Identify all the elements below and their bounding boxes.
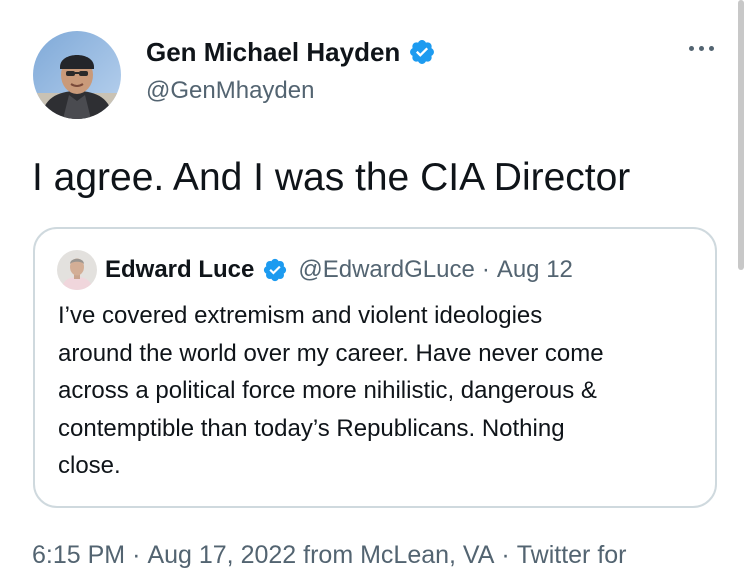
- author-avatar[interactable]: [33, 31, 121, 119]
- quoted-author-handle: @EdwardGLuce: [298, 256, 475, 283]
- quoted-text-line: contemptible than today’s Republicans. N…: [58, 414, 565, 442]
- quoted-separator: ·: [481, 256, 490, 283]
- quoted-header: Edward Luce @EdwardGLuce · Aug 12: [105, 254, 573, 286]
- verified-badge-icon: [262, 257, 288, 283]
- tweet-source[interactable]: Twitter for: [517, 541, 627, 569]
- tweet-text: I agree. And I was the CIA Director: [32, 156, 631, 199]
- meta-separator: ·: [132, 541, 141, 569]
- tweet-time[interactable]: 6:15 PM: [32, 541, 125, 569]
- quoted-text-line: around the world over my career. Have ne…: [58, 339, 604, 367]
- avatar-image: [33, 31, 121, 119]
- author-block: Gen Michael Hayden @GenMhayden: [146, 36, 436, 106]
- quoted-tweet-card[interactable]: Edward Luce @EdwardGLuce · Aug 12 I’ve c…: [33, 227, 717, 508]
- tweet: Gen Michael Hayden @GenMhayden I agree. …: [0, 0, 750, 575]
- tweet-metadata: 6:15 PM · Aug 17, 2022 from McLean, VA · Twi…: [32, 538, 627, 572]
- more-dot: [688, 45, 694, 51]
- quoted-text-line: I’ve covered extremism and violent ideol…: [58, 302, 543, 329]
- author-handle[interactable]: @GenMhayden: [146, 76, 436, 106]
- more-options-icon[interactable]: [680, 38, 722, 58]
- more-dot: [698, 45, 704, 51]
- scrollbar[interactable]: [738, 0, 744, 270]
- quoted-date: Aug 12: [496, 256, 573, 283]
- author-name-row: Gen Michael Hayden: [146, 36, 436, 68]
- verified-badge-icon: [408, 38, 436, 66]
- quoted-text: I’ve covered extremism and violent ideol…: [58, 297, 708, 485]
- author-display-name[interactable]: Gen Michael Hayden: [146, 36, 400, 68]
- meta-separator: ·: [501, 541, 510, 569]
- tweet-date[interactable]: Aug 17, 2022: [147, 541, 296, 569]
- more-dot: [708, 45, 714, 51]
- quoted-text-line: close.: [58, 452, 121, 479]
- quoted-author-avatar: [57, 250, 97, 290]
- quoted-avatar-image: [57, 250, 97, 290]
- quoted-text-line: across a political force more nihilistic…: [58, 377, 597, 404]
- tweet-location: from McLean, VA: [303, 541, 495, 569]
- quoted-author-name: Edward Luce: [105, 256, 255, 283]
